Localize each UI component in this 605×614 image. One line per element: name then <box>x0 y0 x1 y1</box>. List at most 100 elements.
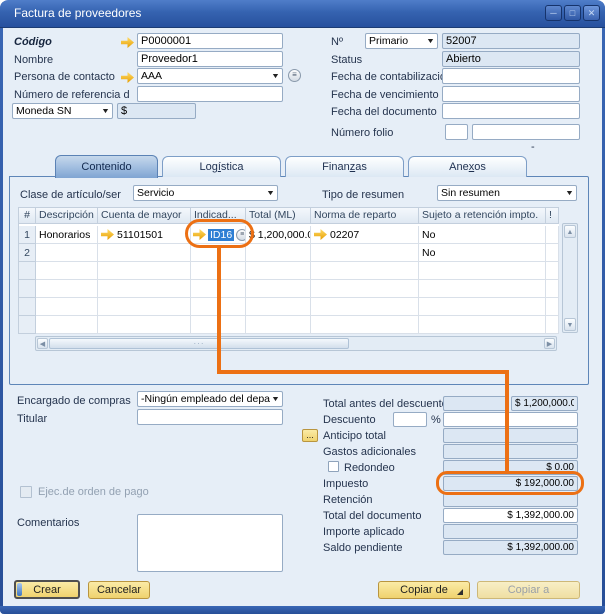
focus-indicator <box>17 583 22 596</box>
col-header-norma[interactable]: Norma de reparto <box>311 208 419 224</box>
menu-corner-icon <box>457 589 463 595</box>
fecha-contabilizacion-label: Fecha de contabilización <box>331 71 452 83</box>
moneda-dropdown[interactable]: Moneda SN ▼ <box>12 103 113 119</box>
numero-folio-field[interactable] <box>472 124 580 140</box>
cell-norma[interactable]: 02207 <box>311 226 419 244</box>
retencion-field <box>443 492 578 507</box>
col-header-sujeto[interactable]: Sujeto a retención impto. <box>419 208 546 224</box>
cell-total[interactable]: $ 1,200,000.00 <box>246 226 311 244</box>
status-label: Status <box>331 54 362 66</box>
redondeo-checkbox[interactable] <box>328 461 339 472</box>
num-referencia-label: Número de referencia d <box>14 89 130 101</box>
total-antes-field <box>511 396 578 411</box>
ejec-orden-pago-label: Ejec.de orden de pago <box>38 486 149 498</box>
link-arrow-icon[interactable] <box>314 229 327 240</box>
vertical-scrollbar[interactable]: ▲ ▼ <box>562 223 578 333</box>
row-number[interactable]: 1 <box>19 226 36 244</box>
chevron-down-icon: ▼ <box>271 396 280 403</box>
col-header-total[interactable]: Total (ML) <box>246 208 311 224</box>
encargado-dropdown[interactable]: -Ningún empleado del depart ▼ <box>137 391 283 407</box>
grip-dots-icon: ··· <box>194 339 205 348</box>
minimize-icon[interactable]: ─ <box>545 5 562 21</box>
clase-articulo-label: Clase de artículo/ser <box>20 189 121 201</box>
crear-button[interactable]: Crear <box>14 580 80 599</box>
window-border-bottom <box>0 606 605 614</box>
link-arrow-icon[interactable] <box>101 229 114 240</box>
indicador-selected-value[interactable]: ID16 <box>208 229 234 241</box>
copiar-de-button[interactable]: Copiar de <box>378 581 470 599</box>
impuesto-field <box>443 476 578 491</box>
codigo-label: Código <box>14 36 52 48</box>
fecha-contabilizacion-field[interactable] <box>442 68 580 84</box>
scroll-down-icon[interactable]: ▼ <box>564 318 576 331</box>
fecha-vencimiento-label: Fecha de vencimiento <box>331 89 439 101</box>
no-type-dropdown[interactable]: Primario ▼ <box>365 33 438 49</box>
redondeo-field <box>443 460 578 475</box>
link-arrow-icon[interactable] <box>121 72 134 83</box>
scroll-left-icon[interactable]: ◀ <box>37 338 48 349</box>
horizontal-scrollbar[interactable]: ◀ ▶ ··· <box>35 336 557 351</box>
choose-list-icon[interactable]: ≡ <box>236 229 246 241</box>
fecha-documento-field[interactable] <box>442 103 580 119</box>
col-header-extra[interactable]: ! <box>546 208 559 224</box>
impuesto-label: Impuesto <box>323 478 368 490</box>
nombre-field[interactable] <box>137 51 283 67</box>
numero-folio-prefix-field[interactable] <box>445 124 468 140</box>
titular-label: Titular <box>17 413 47 425</box>
title-bar[interactable]: Factura de proveedores ─ □ ✕ <box>0 0 605 28</box>
maximize-icon[interactable]: □ <box>564 5 581 21</box>
stray-dash: - <box>531 141 535 153</box>
tipo-resumen-label: Tipo de resumen <box>322 189 404 201</box>
cell-cuenta[interactable]: 51101501 <box>98 226 191 244</box>
saldo-pendiente-label: Saldo pendiente <box>323 542 403 554</box>
col-header-descripcion[interactable]: Descripción <box>36 208 98 224</box>
descuento-field[interactable] <box>443 412 578 427</box>
persona-contacto-label: Persona de contacto <box>14 71 115 83</box>
col-header-cuenta[interactable]: Cuenta de mayor <box>98 208 191 224</box>
cancelar-button[interactable]: Cancelar <box>88 581 150 599</box>
tipo-resumen-dropdown[interactable]: Sin resumen ▼ <box>437 185 577 201</box>
titular-field[interactable] <box>137 409 283 425</box>
anticipo-ellipsis-button[interactable]: ... <box>302 429 318 442</box>
line-items-table: # Descripción Cuenta de mayor Indicad...… <box>18 207 559 334</box>
num-referencia-field[interactable] <box>137 86 283 102</box>
col-header-indicador[interactable]: Indicad... <box>191 208 246 224</box>
col-header-num[interactable]: # <box>19 208 36 224</box>
tab-contenido[interactable]: Contenido <box>55 155 158 178</box>
chevron-down-icon: ▼ <box>266 190 275 197</box>
close-icon[interactable]: ✕ <box>583 5 600 21</box>
link-arrow-icon[interactable] <box>121 37 134 48</box>
cell-descripcion[interactable]: Honorarios <box>36 226 98 244</box>
cell-indicador[interactable]: ID16 ≡ <box>191 226 246 244</box>
cell-sujeto[interactable]: No <box>419 226 546 244</box>
choose-list-icon[interactable]: ≡ <box>288 69 301 82</box>
cell-sujeto[interactable]: No <box>419 244 546 262</box>
scroll-up-icon[interactable]: ▲ <box>564 225 576 238</box>
persona-contacto-dropdown[interactable]: AAA ▼ <box>137 68 283 84</box>
row-number[interactable]: 2 <box>19 244 36 262</box>
encargado-label: Encargado de compras <box>17 395 131 407</box>
total-documento-label: Total del documento <box>323 510 421 522</box>
descuento-pct-field[interactable] <box>393 412 427 427</box>
window-border-left <box>0 0 3 614</box>
tab-finanzas[interactable]: Finanzas <box>285 156 404 177</box>
codigo-field[interactable] <box>137 33 283 49</box>
chevron-down-icon: ▼ <box>565 190 574 197</box>
chevron-down-icon: ▼ <box>271 73 280 80</box>
clase-articulo-dropdown[interactable]: Servicio ▼ <box>133 185 278 201</box>
chevron-down-icon: ▼ <box>426 38 435 45</box>
total-documento-field[interactable] <box>443 508 578 523</box>
nombre-label: Nombre <box>14 54 53 66</box>
saldo-pendiente-field <box>443 540 578 555</box>
fecha-vencimiento-field[interactable] <box>442 86 580 102</box>
numero-folio-label: Número folio <box>331 127 393 139</box>
scroll-right-icon[interactable]: ▶ <box>544 338 555 349</box>
comentarios-textarea[interactable] <box>137 514 283 572</box>
link-arrow-icon[interactable] <box>193 229 206 240</box>
scrollbar-thumb[interactable]: ··· <box>49 338 349 349</box>
retencion-label: Retención <box>323 494 373 506</box>
chevron-down-icon: ▼ <box>101 108 110 115</box>
window-title: Factura de proveedores <box>14 6 141 20</box>
tab-logistica[interactable]: Logística <box>162 156 281 177</box>
tab-anexos[interactable]: Anexos <box>408 156 527 177</box>
